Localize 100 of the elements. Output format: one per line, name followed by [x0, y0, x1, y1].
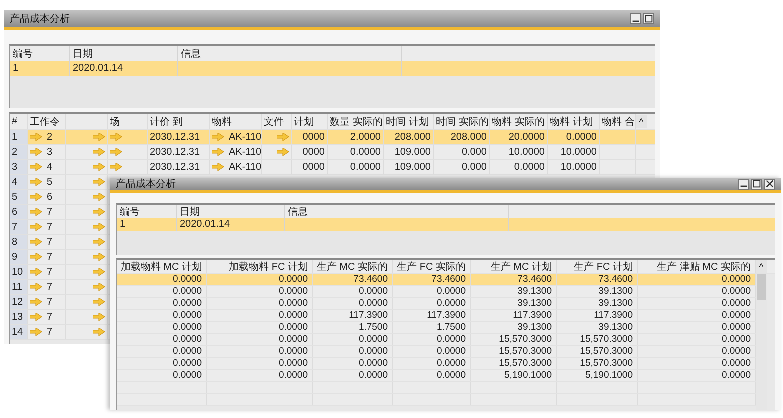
arrow-icon[interactable]: [93, 223, 105, 231]
table-cell: 0.0000: [722, 322, 751, 333]
table-cell: 5,190.1000: [504, 370, 552, 381]
table-cell: 0.0000: [278, 298, 308, 309]
table-row[interactable]: 1 2020.01.14: [117, 218, 775, 231]
arrow-icon[interactable]: [30, 208, 42, 216]
table-cell: 0.0000: [278, 310, 308, 321]
arrow-icon[interactable]: [110, 163, 122, 171]
table-cell: 0.0000: [172, 322, 202, 333]
arrow-icon[interactable]: [93, 178, 105, 186]
table-cell: 7: [47, 222, 53, 232]
arrow-icon[interactable]: [277, 133, 289, 141]
arrow-icon[interactable]: [110, 148, 122, 156]
table-cell: 208.000: [394, 132, 431, 142]
arrow-icon[interactable]: [93, 313, 105, 321]
arrow-icon[interactable]: [30, 148, 42, 156]
arrow-icon[interactable]: [277, 148, 289, 156]
arrow-icon[interactable]: [93, 253, 105, 261]
table-cell: 7: [47, 266, 53, 278]
column-header: 数量 实际的: [330, 116, 383, 128]
table-cell: 0.0000: [722, 274, 751, 285]
arrow-icon[interactable]: [93, 328, 105, 336]
table-cell: 0.0000: [278, 334, 308, 345]
row-number: 12: [12, 296, 24, 308]
row-number: 1: [12, 132, 18, 142]
arrow-icon[interactable]: [93, 163, 105, 171]
table-cell: 73.4600: [432, 274, 466, 285]
maximize-button[interactable]: [751, 178, 762, 190]
column-header: 计划: [294, 116, 314, 128]
table-cell: 73.4600: [598, 274, 633, 285]
arrow-icon[interactable]: [30, 223, 42, 231]
arrow-icon[interactable]: [212, 148, 224, 156]
arrow-icon[interactable]: [30, 253, 42, 261]
table-cell: 39.1300: [518, 322, 552, 333]
scroll-thumb[interactable]: [757, 274, 766, 300]
table-cell: 4: [47, 162, 53, 172]
table-cell: 1: [13, 63, 19, 74]
column-header: 编号: [120, 206, 140, 219]
column-header: 生产 FC 计划: [574, 260, 633, 274]
arrow-icon[interactable]: [212, 133, 224, 141]
scroll-up-button[interactable]: ^: [756, 260, 767, 273]
column-header: 文件: [264, 116, 284, 128]
arrow-icon[interactable]: [30, 268, 42, 276]
column-header: 物料 计划: [550, 116, 593, 128]
table-cell: 0.0000: [722, 370, 751, 381]
column-header: 时间 实际的: [436, 116, 489, 128]
table-row[interactable]: 1 2020.01.14: [10, 61, 655, 76]
table-cell: 0.0000: [358, 346, 388, 357]
arrow-icon[interactable]: [30, 163, 42, 171]
arrow-icon[interactable]: [30, 328, 42, 336]
table-cell: 117.3900: [513, 310, 552, 321]
arrow-icon[interactable]: [212, 163, 224, 171]
table-cell: 2030.12.31: [150, 146, 200, 158]
column-header: 日期: [180, 206, 200, 219]
arrow-icon[interactable]: [93, 283, 105, 291]
table-cell: 7: [47, 312, 53, 322]
arrow-icon[interactable]: [30, 298, 42, 306]
arrow-icon[interactable]: [30, 238, 42, 246]
table-cell: 2030.12.31: [150, 162, 200, 172]
arrow-icon[interactable]: [30, 178, 42, 186]
minimize-button[interactable]: [630, 13, 641, 24]
arrow-icon[interactable]: [30, 313, 42, 321]
column-header: 时间 计划: [386, 116, 429, 128]
maximize-button[interactable]: [643, 13, 654, 24]
table-cell: 0.0000: [722, 334, 751, 345]
arrow-icon[interactable]: [93, 193, 105, 201]
minimize-button[interactable]: [738, 178, 749, 190]
arrow-icon[interactable]: [30, 133, 42, 141]
arrow-icon[interactable]: [93, 208, 105, 216]
column-header: 生产 MC 实际的: [316, 260, 388, 274]
arrow-icon[interactable]: [30, 193, 42, 201]
table-cell: 39.1300: [598, 322, 633, 333]
close-button[interactable]: [764, 178, 775, 190]
table-cell: 0.0000: [436, 298, 466, 309]
table-cell: 73.4600: [354, 274, 388, 285]
column-header: 生产 FC 实际的: [397, 260, 466, 274]
column-header: 场: [110, 116, 120, 128]
table-cell: 0.0000: [722, 298, 751, 309]
table-cell: 0000: [302, 132, 325, 142]
arrow-icon[interactable]: [110, 133, 122, 141]
column-header: 生产 津贴 MC 实际的: [657, 260, 751, 274]
arrow-icon[interactable]: [93, 298, 105, 306]
arrow-icon[interactable]: [30, 283, 42, 291]
column-header: 生产 MC 计划: [490, 260, 552, 274]
table-cell: 0.0000: [278, 358, 308, 369]
table-cell: 0.0000: [172, 334, 202, 345]
window-title: 产品成本分析: [116, 178, 176, 191]
table-cell: 0.0000: [722, 346, 751, 357]
arrow-icon[interactable]: [93, 268, 105, 276]
arrow-icon[interactable]: [93, 133, 105, 141]
column-header: 信息: [181, 48, 201, 60]
column-header: #: [12, 116, 18, 127]
arrow-icon[interactable]: [93, 238, 105, 246]
table-cell: 10.0000: [560, 146, 597, 158]
table-cell: 0.000: [462, 162, 487, 172]
window-title: 产品成本分析: [10, 12, 70, 26]
arrow-icon[interactable]: [93, 148, 105, 156]
table-cell: 0.0000: [278, 286, 308, 297]
scroll-up-button[interactable]: ^: [636, 115, 647, 128]
column-header: 计价 到: [150, 116, 183, 128]
